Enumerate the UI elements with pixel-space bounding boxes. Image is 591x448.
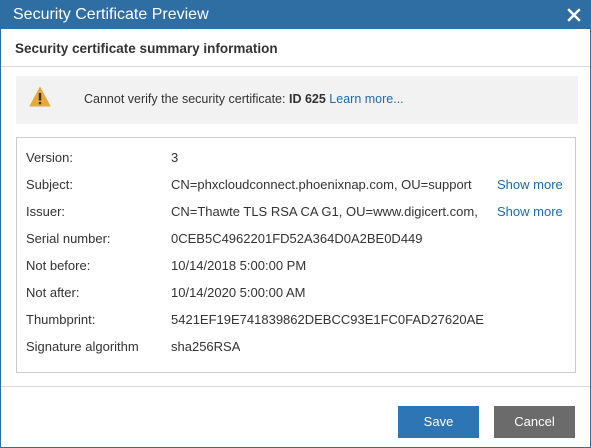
serial-number-value: 0CEB5C4962201FD52A364D0A2BE0D449 — [171, 231, 423, 246]
title-bar[interactable]: Security Certificate Preview — [1, 1, 590, 29]
warning-icon — [29, 86, 51, 108]
signature-algorithm-label: Signature algorithm — [26, 339, 139, 354]
learn-more-link[interactable]: Learn more... — [329, 92, 403, 106]
row-issuer: Issuer: CN=Thawte TLS RSA CA G1, OU=www.… — [17, 199, 575, 226]
close-icon[interactable] — [564, 5, 584, 25]
divider — [1, 386, 590, 387]
version-value: 3 — [171, 150, 179, 165]
issuer-label: Issuer: — [26, 204, 66, 219]
subject-value: CN=phxcloudconnect.phoenixnap.com, OU=su… — [171, 177, 472, 192]
warning-banner: Cannot verify the security certificate: … — [16, 76, 578, 124]
dialog-title: Security Certificate Preview — [13, 6, 209, 23]
certificate-dialog: Security Certificate Preview Security ce… — [0, 0, 591, 448]
version-label: Version: — [26, 150, 73, 165]
cancel-button[interactable]: Cancel — [494, 406, 575, 438]
subject-label: Subject: — [26, 177, 73, 192]
not-after-label: Not after: — [26, 285, 80, 300]
divider — [1, 66, 590, 67]
subject-show-more-link[interactable]: Show more — [497, 177, 563, 192]
row-subject: Subject: CN=phxcloudconnect.phoenixnap.c… — [17, 172, 575, 199]
not-before-label: Not before: — [26, 258, 91, 273]
certificate-details: Version: 3 Subject: CN=phxcloudconnect.p… — [16, 137, 576, 373]
warning-message: Cannot verify the security certificate: … — [84, 92, 404, 106]
row-signature-algorithm: Signature algorithm sha256RSA — [17, 334, 575, 361]
row-not-after: Not after: 10/14/2020 5:00:00 AM — [17, 280, 575, 307]
save-button[interactable]: Save — [398, 406, 479, 438]
row-thumbprint: Thumbprint: 5421EF19E741839862DEBCC93E1F… — [17, 307, 575, 334]
summary-heading: Security certificate summary information — [15, 41, 278, 56]
signature-algorithm-value: sha256RSA — [171, 339, 241, 354]
thumbprint-label: Thumbprint: — [26, 312, 96, 327]
row-not-before: Not before: 10/14/2018 5:00:00 PM — [17, 253, 575, 280]
not-before-value: 10/14/2018 5:00:00 PM — [171, 258, 307, 273]
issuer-show-more-link[interactable]: Show more — [497, 204, 563, 219]
not-after-value: 10/14/2020 5:00:00 AM — [171, 285, 306, 300]
warning-text: Cannot verify the security certificate: — [84, 92, 286, 106]
issuer-value: CN=Thawte TLS RSA CA G1, OU=www.digicert… — [171, 204, 478, 219]
warning-id: ID 625 — [288, 92, 326, 106]
row-serial-number: Serial number: 0CEB5C4962201FD52A364D0A2… — [17, 226, 575, 253]
serial-number-label: Serial number: — [26, 231, 111, 246]
thumbprint-value: 5421EF19E741839862DEBCC93E1FC0FAD27620AE — [171, 312, 484, 327]
row-version: Version: 3 — [17, 145, 575, 172]
